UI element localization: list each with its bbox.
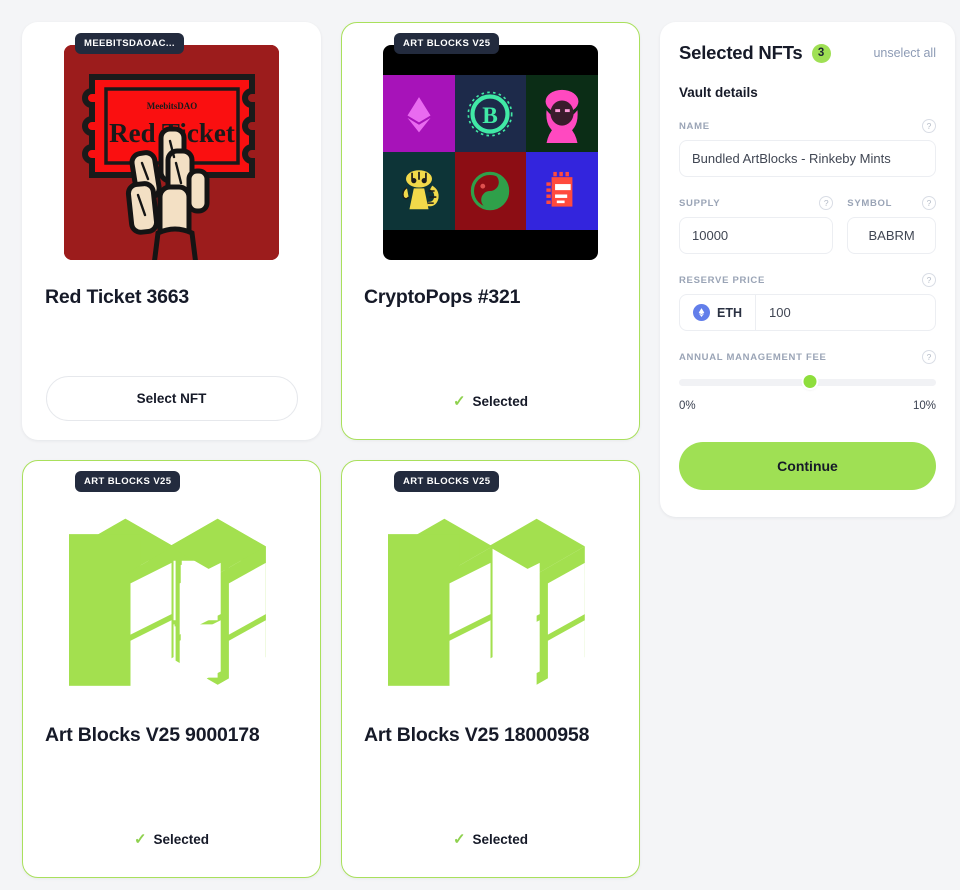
selected-status[interactable]: ✓ Selected [453, 832, 528, 859]
supply-symbol-row: SUPPLY ? SYMBOL ? [679, 177, 936, 254]
reserve-price-field: ETH 100 [679, 294, 936, 331]
pops-cell-punk [526, 152, 598, 230]
red-ticket-art: MeebitsDAO Red Ticket [64, 45, 279, 260]
nft-vault-page: MEEBITSDAOAC... MeebitsDAO Red Ticket Re… [0, 0, 960, 890]
nft-artwork-red-ticket: MeebitsDAO Red Ticket [64, 45, 279, 260]
supply-field-label: SUPPLY [679, 197, 721, 209]
reserve-price-value[interactable]: 100 [756, 295, 935, 330]
reserve-price-label-row: RESERVE PRICE ? [679, 272, 936, 288]
pops-cell-tiger [383, 152, 455, 230]
currency-selector[interactable]: ETH [680, 295, 756, 330]
nft-card-footer: ✓ Selected [364, 394, 617, 421]
fee-max-label: 10% [912, 400, 936, 412]
nft-artwork-art-blocks [64, 483, 279, 698]
nft-thumbnail-wrap: ART BLOCKS V25 [364, 471, 617, 698]
nft-title: Art Blocks V25 18000958 [364, 724, 590, 746]
supply-field: SUPPLY ? [679, 177, 834, 254]
selected-count-badge: 3 [811, 43, 831, 63]
fee-slider-thumb[interactable] [803, 375, 817, 388]
help-icon[interactable]: ? [819, 196, 834, 210]
ethereum-icon [693, 304, 710, 321]
selected-label: Selected [153, 832, 210, 847]
currency-label: ETH [717, 305, 742, 320]
pops-cell-bitcoin: B [454, 75, 527, 153]
collection-badge: ART BLOCKS V25 [75, 471, 181, 492]
selected-label: Selected [472, 832, 529, 847]
check-icon: ✓ [133, 831, 147, 848]
art-blocks-logo [64, 483, 279, 698]
check-icon: ✓ [452, 393, 466, 410]
panel-title: Selected NFTs [679, 42, 803, 63]
supply-input[interactable] [679, 217, 834, 254]
nft-title: CryptoPops #321 [364, 286, 521, 308]
nft-artwork-crypto-pops: B [383, 45, 598, 260]
nft-card[interactable]: ART BLOCKS V25 [341, 22, 640, 440]
check-icon: ✓ [452, 831, 466, 848]
help-icon[interactable]: ? [922, 196, 936, 210]
nft-card-footer: ✓ Selected [45, 832, 298, 859]
symbol-field-label: SYMBOL [847, 197, 893, 209]
select-nft-button[interactable]: Select NFT [45, 376, 298, 421]
selected-status[interactable]: ✓ Selected [134, 832, 209, 859]
nft-card-footer: ✓ Selected [364, 832, 617, 859]
unselect-all-link[interactable]: unselect all [873, 46, 936, 60]
collection-badge: MEEBITSDAOAC... [75, 33, 184, 54]
collection-badge: ART BLOCKS V25 [394, 33, 500, 54]
pops-cell-portrait [526, 75, 598, 153]
nft-thumbnail-wrap: MEEBITSDAOAC... MeebitsDAO Red Ticket [45, 33, 298, 260]
nft-thumbnail-wrap: ART BLOCKS V25 [364, 33, 617, 260]
nft-artwork-art-blocks [383, 483, 598, 698]
name-field-label: NAME [679, 120, 710, 132]
fee-slider[interactable] [679, 375, 936, 389]
continue-button[interactable]: Continue [679, 442, 936, 490]
fee-label: ANNUAL MANAGEMENT FEE [679, 351, 827, 363]
reserve-price-label: RESERVE PRICE [679, 274, 766, 286]
nft-title: Red Ticket 3663 [45, 286, 190, 308]
collection-badge: ART BLOCKS V25 [394, 471, 500, 492]
supply-field-label-row: SUPPLY ? [679, 195, 834, 211]
fee-slider-range-labels: 0% 10% [679, 400, 936, 412]
selected-status[interactable]: ✓ Selected [453, 394, 528, 421]
nft-card[interactable]: MEEBITSDAOAC... MeebitsDAO Red Ticket Re… [22, 22, 321, 440]
selected-nfts-panel: Selected NFTs 3 unselect all Vault detai… [660, 22, 955, 517]
fee-min-label: 0% [679, 400, 696, 412]
help-icon[interactable]: ? [922, 119, 936, 133]
symbol-field: SYMBOL ? [847, 177, 936, 254]
symbol-input[interactable] [847, 217, 936, 254]
help-icon[interactable]: ? [922, 273, 936, 287]
panel-title-row: Selected NFTs 3 [679, 42, 831, 64]
symbol-field-label-row: SYMBOL ? [847, 195, 936, 211]
svg-text:B: B [483, 103, 499, 129]
help-icon[interactable]: ? [922, 350, 936, 364]
panel-header: Selected NFTs 3 unselect all [679, 42, 936, 64]
art-blocks-logo [383, 483, 598, 698]
vault-details-heading: Vault details [679, 85, 758, 100]
name-input[interactable] [679, 140, 936, 177]
svg-text:MeebitsDAO: MeebitsDAO [147, 101, 198, 111]
nft-card-grid: MEEBITSDAOAC... MeebitsDAO Red Ticket Re… [22, 22, 640, 878]
nft-card[interactable]: ART BLOCKS V25 [22, 460, 321, 878]
selected-label: Selected [472, 394, 529, 409]
crypto-pops-cell-grid: B [383, 75, 598, 230]
name-field-label-row: NAME ? [679, 118, 936, 134]
fee-label-row: ANNUAL MANAGEMENT FEE ? [679, 349, 936, 365]
pops-cell-yinyang [454, 152, 527, 230]
pops-cell-ethereum [383, 75, 455, 153]
nft-card-footer: Select NFT [45, 376, 298, 421]
nft-title: Art Blocks V25 9000178 [45, 724, 260, 746]
crypto-pops-art: B [383, 45, 598, 260]
nft-thumbnail-wrap: ART BLOCKS V25 [45, 471, 298, 698]
nft-card[interactable]: ART BLOCKS V25 [341, 460, 640, 878]
